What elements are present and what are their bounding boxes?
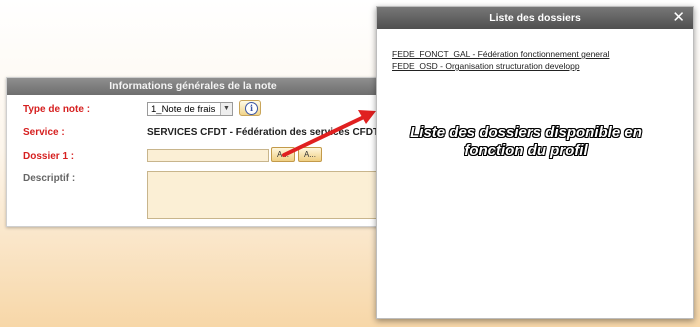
- dossier-list-item[interactable]: FEDE_OSD - Organisation structuration de…: [392, 60, 609, 72]
- modal-header: Liste des dossiers ✕: [377, 7, 693, 29]
- arrow-shaft: [282, 114, 368, 157]
- dossier-list: FEDE_FONCT_GAL - Fédération fonctionneme…: [392, 48, 609, 72]
- callout-annotation: Liste des dossiers disponible en fonctio…: [410, 124, 642, 159]
- close-icon[interactable]: ✕: [672, 7, 685, 29]
- modal-title: Liste des dossiers: [489, 12, 581, 24]
- dossier-list-modal: Liste des dossiers ✕ FEDE_FONCT_GAL - Fé…: [376, 6, 694, 319]
- dossier-list-item[interactable]: FEDE_FONCT_GAL - Fédération fonctionneme…: [392, 48, 609, 60]
